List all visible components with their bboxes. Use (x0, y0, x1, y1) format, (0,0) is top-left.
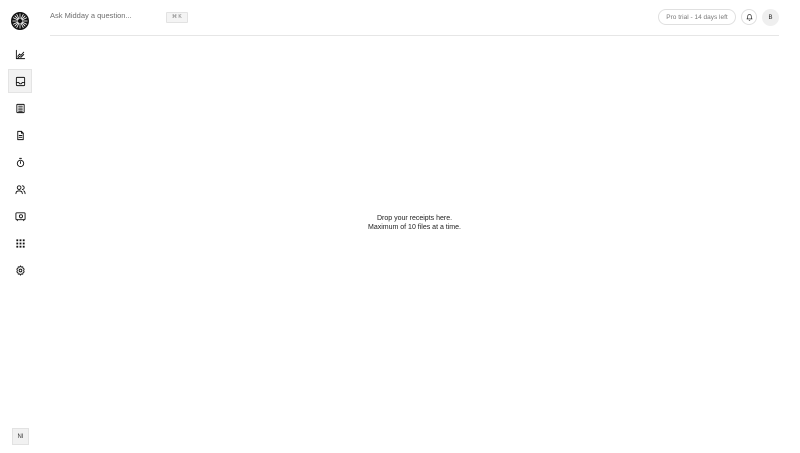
document-icon (16, 130, 24, 140)
header: Ask Midday a question... ⌘ K Pro trial -… (50, 0, 779, 36)
pro-trial-button[interactable]: Pro trial - 14 days left (658, 9, 736, 25)
gear-icon (15, 264, 25, 276)
team-avatar[interactable]: NI (12, 428, 29, 445)
inbox-icon (15, 76, 25, 86)
receipt-dropzone[interactable]: Drop your receipts here. Maximum of 10 f… (50, 37, 779, 453)
team-initials: NI (17, 433, 24, 440)
sidebar-item-customers[interactable] (8, 177, 32, 201)
trial-badge-label: Pro trial - 14 days left (666, 13, 728, 21)
vault-icon (14, 211, 26, 221)
search-input[interactable]: Ask Midday a question... (50, 11, 132, 20)
sidebar-item-invoices[interactable] (8, 123, 32, 147)
bell-icon (746, 13, 752, 21)
sidebar-item-inbox[interactable] (8, 69, 32, 93)
sidebar-item-transactions[interactable] (8, 96, 32, 120)
sidebar-item-settings[interactable] (8, 258, 32, 282)
sidebar-item-apps[interactable] (8, 231, 32, 255)
keyboard-shortcut-badge: ⌘ K (166, 12, 188, 23)
sidebar: NI (0, 0, 40, 453)
user-initial: B (768, 14, 773, 21)
dropzone-line-2: Maximum of 10 files at a time. (368, 224, 461, 231)
sidebar-item-vault[interactable] (8, 204, 32, 228)
sidebar-item-overview[interactable] (8, 42, 32, 66)
list-icon (15, 103, 25, 113)
notifications-button[interactable] (741, 9, 757, 25)
midday-logo-icon[interactable] (11, 12, 29, 30)
app-window: NI Ask Midday a question... ⌘ K Pro tria… (0, 0, 800, 453)
search-placeholder: Ask Midday a question... (50, 11, 132, 20)
dropzone-line-1: Drop your receipts here. (376, 215, 453, 222)
timer-icon (16, 157, 24, 167)
chart-line-icon (15, 49, 25, 59)
dropzone-text: Drop your receipts here. Maximum of 10 f… (50, 214, 779, 232)
user-avatar[interactable]: B (762, 9, 779, 26)
users-icon (14, 184, 26, 194)
grid-icon (15, 238, 25, 248)
sidebar-item-tracker[interactable] (8, 150, 32, 174)
